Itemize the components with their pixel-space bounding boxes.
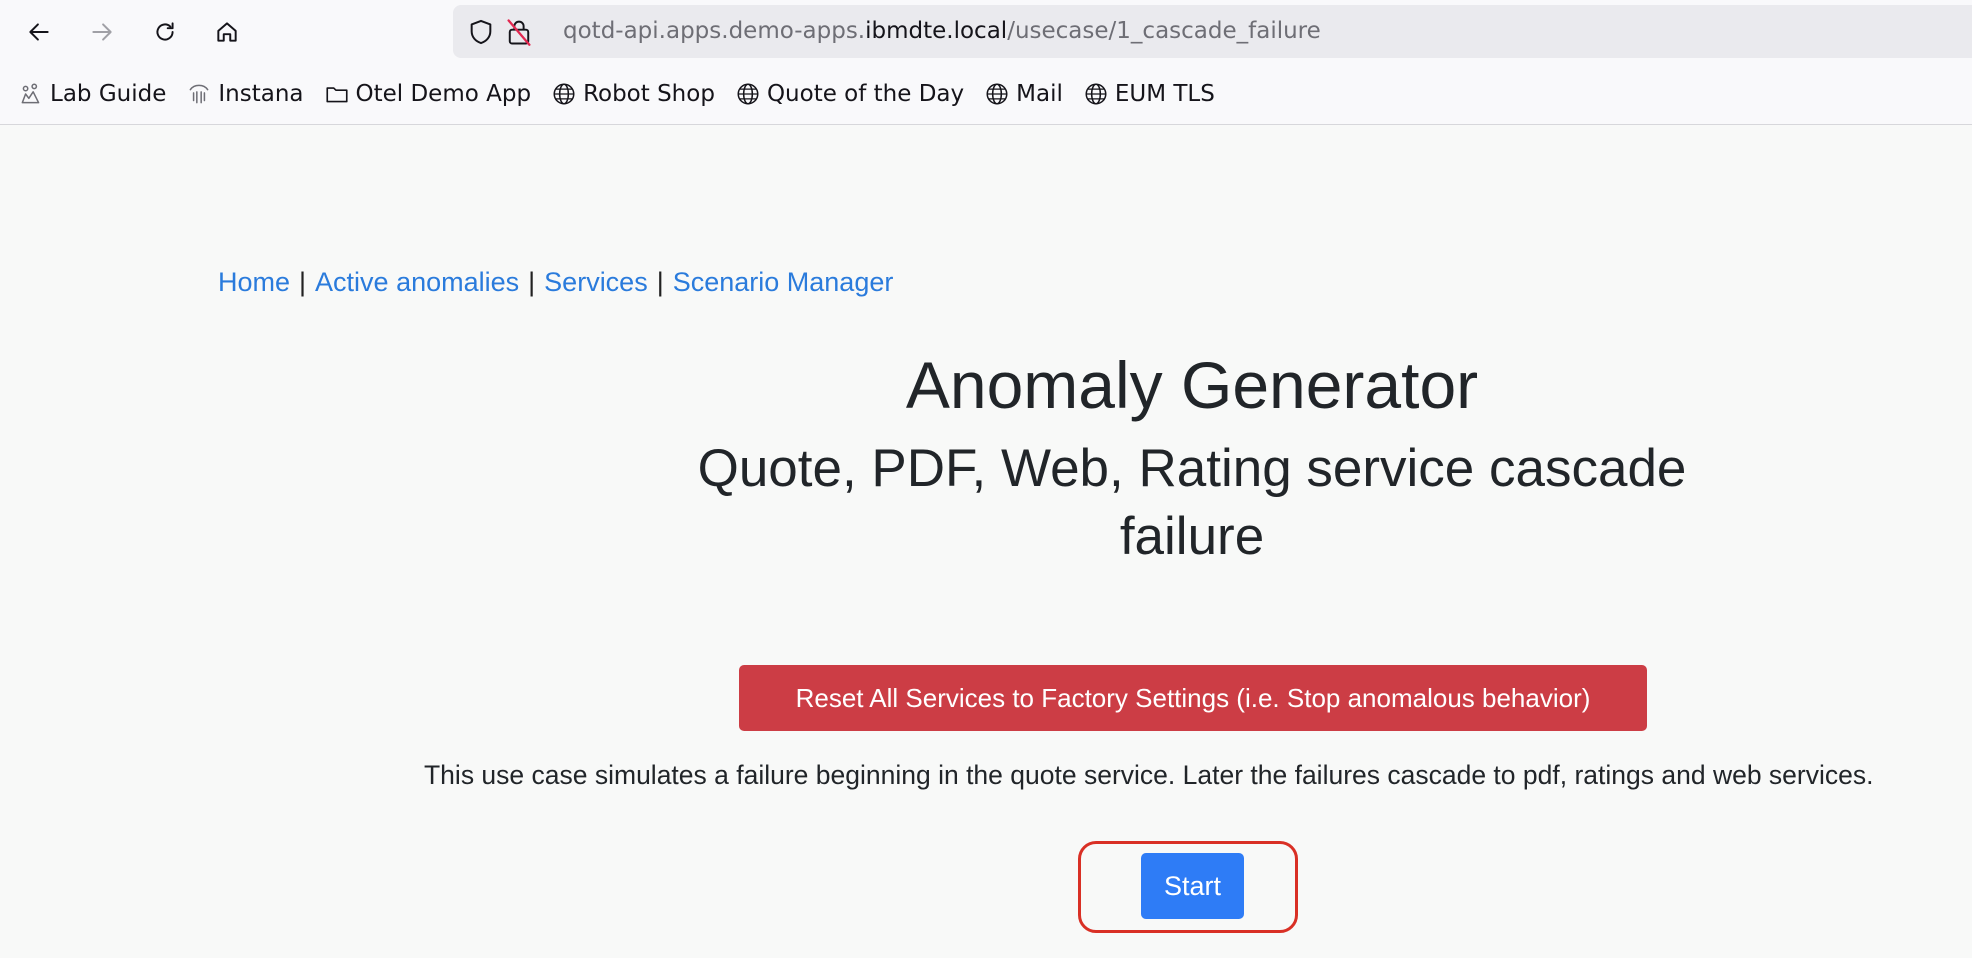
bookmark-robot-shop[interactable]: Robot Shop [545, 72, 721, 116]
lab-guide-icon [21, 82, 40, 103]
url-domain: ibmdte.local [865, 18, 1008, 44]
bookmark-eum-tls[interactable]: EUM TLS [1077, 72, 1221, 116]
bookmark-quote-of-the-day[interactable]: Quote of the Day [729, 72, 970, 116]
nav-separator: | [299, 267, 307, 297]
page-subtitle: Quote, PDF, Web, Rating service cascade … [592, 435, 1792, 571]
globe-icon [737, 82, 759, 105]
browser-toolbar: qotd-api.apps.demo-apps.ibmdte.local/use… [0, 0, 1972, 63]
bookmark-label: Quote of the Day [766, 80, 965, 107]
nav-scenario-manager-link[interactable]: Scenario Manager [673, 267, 894, 297]
globe-icon [553, 82, 575, 105]
page-title: Anomaly Generator [905, 348, 1479, 422]
bookmark-label: EUM TLS [1114, 80, 1215, 107]
bookmark-label: Instana [218, 80, 304, 107]
nav-separator: | [656, 267, 664, 297]
bookmark-label: Otel Demo App [355, 80, 532, 107]
bookmark-label: Lab Guide [50, 80, 167, 107]
reload-button[interactable] [146, 13, 184, 51]
url-path: /usecase/1_cascade_failure [1007, 18, 1321, 44]
forward-button[interactable] [83, 13, 121, 51]
start-button[interactable]: Start [1141, 853, 1244, 919]
insecure-lock-icon[interactable] [505, 17, 533, 47]
bookmark-label: Mail [1016, 80, 1063, 107]
address-bar[interactable]: qotd-api.apps.demo-apps.ibmdte.local/use… [453, 5, 1972, 58]
url-prefix: qotd-api.apps.demo-apps. [563, 18, 866, 44]
arrow-left-icon [29, 23, 49, 41]
nav-services-link[interactable]: Services [544, 267, 648, 297]
arrow-right-icon [92, 23, 112, 41]
reload-icon [156, 22, 174, 41]
url-text[interactable]: qotd-api.apps.demo-apps.ibmdte.local/use… [563, 5, 1321, 58]
home-icon [217, 22, 237, 42]
bookmark-mail[interactable]: Mail [978, 72, 1069, 116]
bookmark-lab-guide[interactable]: Lab Guide [12, 72, 172, 116]
home-button[interactable] [208, 13, 246, 51]
shield-icon[interactable] [467, 18, 495, 46]
bookmark-instana[interactable]: Instana [180, 72, 309, 116]
reset-all-services-button[interactable]: Reset All Services to Factory Settings (… [739, 665, 1647, 731]
folder-icon [325, 86, 348, 102]
globe-icon [1085, 82, 1107, 105]
bookmark-label: Robot Shop [583, 80, 715, 107]
bookmarks-bar: Lab Guide Instana Otel Demo App Robot Sh… [0, 63, 1972, 125]
back-button[interactable] [20, 13, 58, 51]
globe-icon [986, 82, 1008, 105]
nav-home-link[interactable]: Home [218, 267, 290, 297]
use-case-description: This use case simulates a failure beginn… [424, 760, 1874, 790]
bookmark-otel-demo-app[interactable]: Otel Demo App [318, 72, 538, 116]
subtitle-line-1: Quote, PDF, Web, Rating service cascade [697, 439, 1687, 498]
nav-active-anomalies-link[interactable]: Active anomalies [315, 267, 519, 297]
instana-icon [189, 84, 209, 103]
page-content: Home | Active anomalies | Services | Scenario … [0, 125, 1972, 958]
subtitle-line-2: failure [1119, 507, 1265, 566]
nav-separator: | [528, 267, 536, 297]
top-nav: Home | Active anomalies | Services | Scenario … [218, 267, 893, 298]
